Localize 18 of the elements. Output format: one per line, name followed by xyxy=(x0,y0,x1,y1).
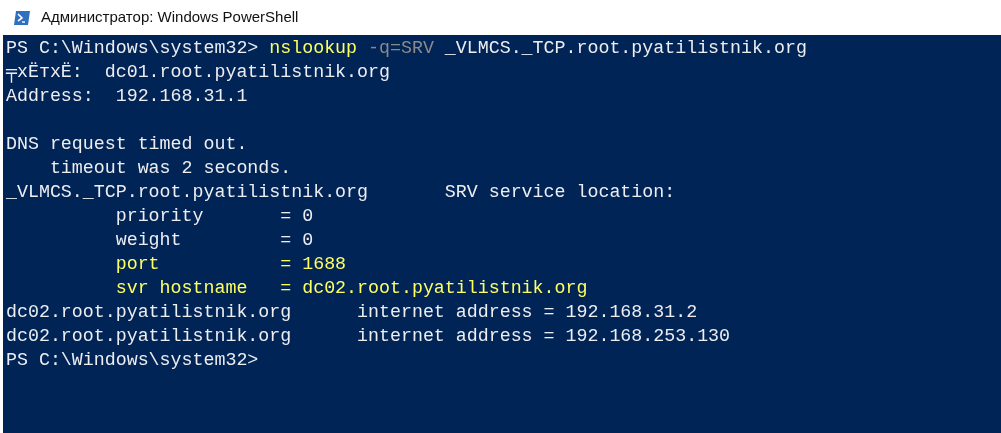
console-text: port = 1688 xyxy=(114,254,347,274)
parameter-text: -q=SRV xyxy=(367,38,434,58)
console-text: dc02.root.pyatilistnik.org internet address = 192.168.31.2 xyxy=(6,302,698,322)
command-text: nslookup xyxy=(269,38,358,58)
console-text: priority = 0 xyxy=(114,206,314,226)
console-text: Address: 192.168.31.1 xyxy=(6,86,248,106)
console-text: _VLMCS._TCP.root.pyatilistnik.org SRV service location: xyxy=(6,182,676,202)
console-text: _VLMCS._TCP.root.pyatilistnik.org xyxy=(443,38,807,58)
console-text: DNS request timed out. xyxy=(6,134,248,154)
powershell-icon xyxy=(13,9,31,26)
console-text: timeout was 2 seconds. xyxy=(48,158,292,178)
console-text: ╤хЁтхЁ: dc01.root.pyatilistnik.org xyxy=(6,62,390,82)
console-text: svr hostname = dc02.root.pyatilistnik.org xyxy=(114,278,588,298)
console-text: PS C:\Windows\system32> xyxy=(6,350,259,370)
window-title: Администратор: Windows PowerShell xyxy=(41,7,299,28)
console-text: dc02.root.pyatilistnik.org internet address = 192.168.253.130 xyxy=(6,326,731,346)
console-text: weight = 0 xyxy=(114,230,314,250)
console-text: PS C:\Windows\system32> xyxy=(6,38,260,58)
